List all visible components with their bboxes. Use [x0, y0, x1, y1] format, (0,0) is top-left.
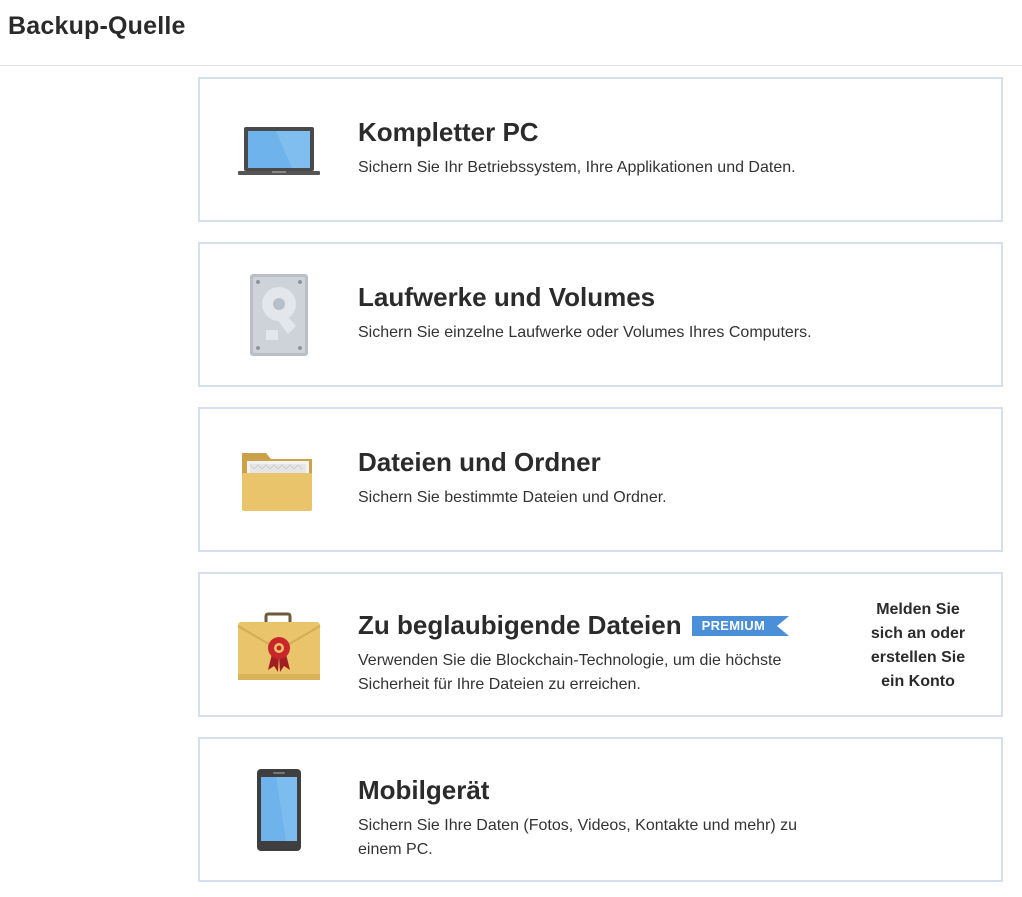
source-card-complete-pc[interactable]: Kompletter PC Sichern Sie Ihr Betriebssy… [198, 77, 1003, 222]
source-card-mobile-device[interactable]: Mobilgerät Sichern Sie Ihre Daten (Fotos… [198, 737, 1003, 882]
source-card-drives-volumes[interactable]: Laufwerke und Volumes Sichern Sie einzel… [198, 242, 1003, 387]
folder-icon [236, 439, 322, 525]
source-title: Mobilgerät [358, 775, 490, 805]
source-title: Kompletter PC [358, 117, 539, 147]
source-title: Laufwerke und Volumes [358, 282, 656, 312]
source-title: Dateien und Ordner [358, 447, 601, 477]
laptop-icon [236, 109, 322, 195]
smartphone-icon [236, 769, 322, 855]
source-description: Sichern Sie Ihre Daten (Fotos, Videos, K… [358, 817, 798, 858]
certified-briefcase-icon [236, 604, 322, 690]
page-header: Backup-Quelle [0, 0, 1022, 66]
source-card-files-folders[interactable]: Dateien und Ordner Sichern Sie bestimmte… [198, 407, 1003, 552]
premium-badge: PREMIUM [691, 616, 790, 636]
source-description: Sichern Sie bestimmte Dateien und Ordner… [358, 489, 667, 506]
source-title-text: Zu beglaubigende Dateien [358, 610, 682, 640]
page-title: Backup-Quelle [8, 12, 186, 40]
source-description: Sichern Sie einzelne Laufwerke oder Volu… [358, 324, 812, 341]
login-or-register-link[interactable]: Melden Sie sich an oder erstellen Sie ei… [863, 598, 973, 694]
source-description: Verwenden Sie die Blockchain-Technologie… [358, 652, 782, 693]
source-card-notarized-files[interactable]: Zu beglaubigende Dateien PREMIUM Verwende… [198, 572, 1003, 717]
source-title: Zu beglaubigende Dateien PREMIUM [358, 610, 790, 641]
hard-drive-icon [236, 274, 322, 360]
source-description: Sichern Sie Ihr Betriebssystem, Ihre App… [358, 159, 796, 176]
